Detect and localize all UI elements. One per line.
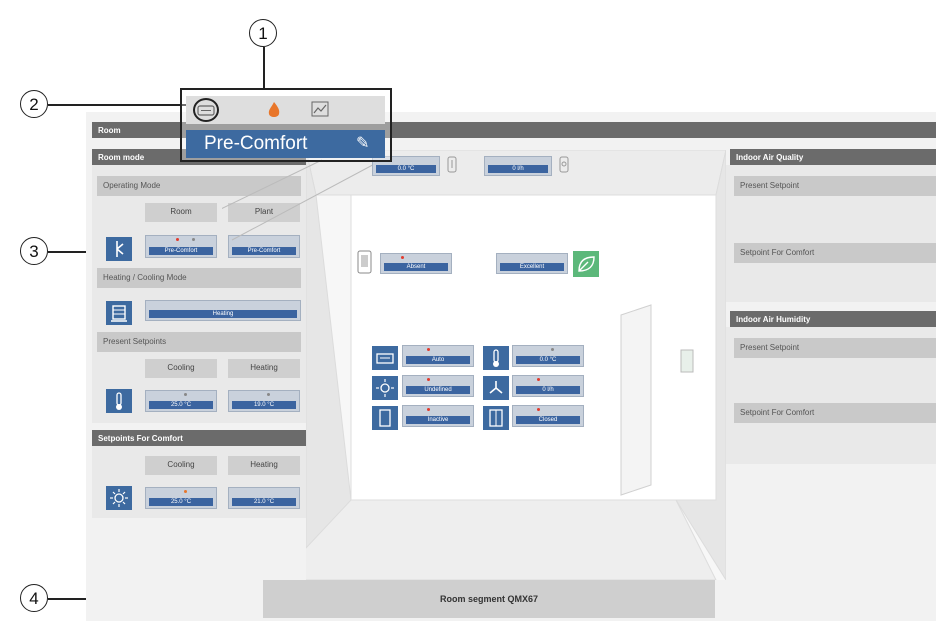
room-temp-value-text: 0.0 °C bbox=[516, 356, 580, 364]
comfort-heating-value[interactable]: 21.0 °C bbox=[228, 487, 300, 509]
presence-value[interactable]: Absent bbox=[380, 253, 452, 274]
room-button[interactable]: Room bbox=[145, 203, 217, 222]
present-cooling-label: Cooling bbox=[145, 359, 217, 378]
callout-1-leader bbox=[263, 47, 265, 90]
comfort-heating-label: Heating bbox=[228, 456, 300, 475]
iaq-title: Indoor Air Quality bbox=[730, 149, 936, 165]
door-icon bbox=[483, 406, 509, 430]
comfort-cooling-text: 25.0 °C bbox=[149, 498, 213, 506]
door-value[interactable]: Closed bbox=[512, 405, 584, 427]
flame-icon[interactable] bbox=[265, 100, 283, 120]
present-cooling-text: 25.0 °C bbox=[149, 401, 213, 409]
light-value-text: Undefined bbox=[406, 386, 470, 394]
room-segment-label: Room segment QMX67 bbox=[263, 580, 715, 618]
operating-mode-room-value[interactable]: Pre-Comfort bbox=[145, 235, 217, 258]
comfort-cooling-label: Cooling bbox=[145, 456, 217, 475]
top-flow-text: 0 l/h bbox=[488, 165, 548, 173]
heating-cooling-icon bbox=[106, 301, 132, 325]
setpoints-comfort-title: Setpoints For Comfort bbox=[92, 430, 306, 446]
eco-value[interactable]: Excellent bbox=[496, 253, 568, 274]
air-flow-icon bbox=[483, 376, 509, 400]
fan-value-text: Auto bbox=[406, 356, 470, 364]
light-value[interactable]: Undefined bbox=[402, 375, 474, 397]
present-cooling-value[interactable]: 25.0 °C bbox=[145, 390, 217, 412]
window-value-text: Inactive bbox=[406, 416, 470, 424]
thermometer-icon bbox=[106, 389, 132, 413]
sun-icon bbox=[106, 486, 132, 510]
popup-projection-lines bbox=[222, 159, 383, 241]
humidity-setpoint-comfort: Setpoint For Comfort bbox=[734, 403, 936, 423]
heat-cool-value-text: Heating bbox=[149, 310, 297, 318]
room-temp-value[interactable]: 0.0 °C bbox=[512, 345, 584, 367]
fan-value[interactable]: Auto bbox=[402, 345, 474, 367]
presence-value-text: Absent bbox=[384, 263, 448, 271]
callout-2: 2 bbox=[20, 90, 48, 118]
present-heating-value[interactable]: 19.0 °C bbox=[228, 390, 300, 412]
door-value-text: Closed bbox=[516, 416, 580, 424]
callout-1: 1 bbox=[249, 19, 277, 47]
popup-mode-text: Pre-Comfort bbox=[204, 133, 308, 154]
room-temp-icon bbox=[483, 346, 509, 370]
fan-coil-icon bbox=[372, 346, 398, 370]
light-icon bbox=[372, 376, 398, 400]
comfort-heating-text: 21.0 °C bbox=[232, 498, 296, 506]
window-value[interactable]: Inactive bbox=[402, 405, 474, 427]
eco-value-text: Excellent bbox=[500, 263, 564, 271]
trend-icon[interactable] bbox=[311, 101, 329, 117]
humidity-title: Indoor Air Humidity bbox=[730, 311, 936, 327]
air-flow-value-text: 0 l/h bbox=[516, 386, 580, 394]
iaq-present-setpoint: Present Setpoint bbox=[734, 176, 936, 196]
leaf-icon bbox=[573, 251, 599, 277]
iaq-setpoint-comfort: Setpoint For Comfort bbox=[734, 243, 936, 263]
humidity-present-setpoint: Present Setpoint bbox=[734, 338, 936, 358]
window-icon bbox=[372, 406, 398, 430]
comfort-cooling-value[interactable]: 25.0 °C bbox=[145, 487, 217, 509]
callout-2-leader bbox=[48, 104, 198, 106]
thermostat-icon bbox=[444, 155, 462, 175]
operating-mode-icon bbox=[106, 237, 132, 261]
top-temp-text: 0.0 °C bbox=[376, 165, 436, 173]
pencil-icon[interactable]: ✎ bbox=[356, 133, 369, 153]
heating-cooling-mode-label: Heating / Cooling Mode bbox=[97, 268, 301, 288]
top-flow-value[interactable]: 0 l/h bbox=[484, 156, 552, 176]
air-flow-value[interactable]: 0 l/h bbox=[512, 375, 584, 397]
heating-cooling-value[interactable]: Heating bbox=[145, 300, 301, 321]
op-room-value-text: Pre-Comfort bbox=[149, 247, 213, 255]
valve-icon bbox=[556, 155, 574, 175]
view-toggle-icon[interactable] bbox=[193, 98, 219, 122]
presence-icon bbox=[355, 249, 375, 277]
op-plant-value-text: Pre-Comfort bbox=[232, 247, 296, 255]
popup-mode-value[interactable]: Pre-Comfort ✎ bbox=[186, 130, 385, 158]
present-heating-text: 19.0 °C bbox=[232, 401, 296, 409]
present-setpoints-label: Present Setpoints bbox=[97, 332, 301, 352]
callout-4: 4 bbox=[20, 584, 48, 612]
callout-3: 3 bbox=[20, 237, 48, 265]
present-heating-label: Heating bbox=[228, 359, 300, 378]
